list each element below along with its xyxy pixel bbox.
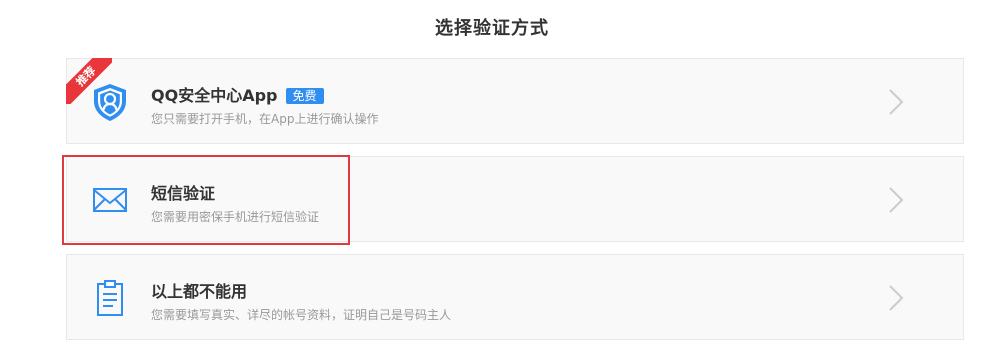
clipboard-icon [97, 280, 123, 316]
shield-user-icon [94, 84, 126, 121]
option-title: 以上都不能用 [151, 282, 248, 301]
option-description: 您只需要打开手机，在App上进行确认操作 [151, 112, 379, 126]
verification-method-page: 选择验证方式 推荐 QQ安全中心App 免费 您只需要打开手机，在App上进行确… [0, 0, 984, 364]
chevron-right-icon [889, 187, 904, 213]
option-none-available[interactable]: 以上都不能用 您需要填写真实、详尽的帐号资料，证明自己是号码主人 [66, 254, 964, 340]
option-sms-verification[interactable]: 短信验证 您需要用密保手机进行短信验证 [66, 156, 964, 242]
chevron-right-icon [889, 89, 904, 115]
option-qq-security-app[interactable]: 推荐 QQ安全中心App 免费 您只需要打开手机，在App上进行确认操作 [66, 58, 964, 144]
option-description: 您需要填写真实、详尽的帐号资料，证明自己是号码主人 [151, 308, 452, 322]
option-description: 您需要用密保手机进行短信验证 [151, 210, 320, 224]
free-badge: 免费 [285, 88, 324, 104]
envelope-icon [93, 188, 127, 212]
chevron-right-icon [889, 285, 904, 311]
option-title: QQ安全中心App [151, 86, 278, 105]
page-title: 选择验证方式 [435, 18, 549, 39]
option-title: 短信验证 [151, 184, 216, 203]
